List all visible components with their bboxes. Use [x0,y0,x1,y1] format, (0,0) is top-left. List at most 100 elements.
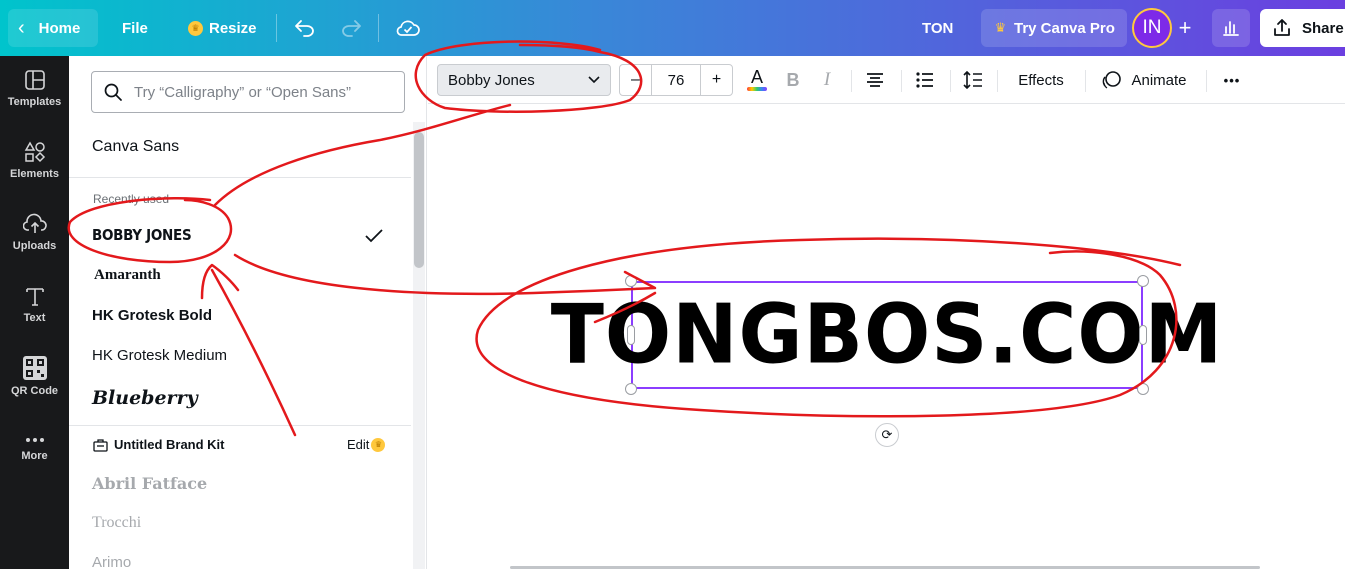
font-item-trocchi[interactable]: Trocchi [92,514,141,532]
recently-used-label: Recently used [93,192,170,206]
redo-icon[interactable] [332,9,370,47]
resize-handle-bottom-left[interactable] [625,383,637,395]
insights-icon[interactable] [1212,9,1250,47]
rail-item-text[interactable]: Text [0,272,69,336]
text-color-button[interactable]: A [744,64,770,96]
bold-button[interactable]: B [780,64,806,96]
more-icon [25,437,44,442]
text-color-icon: A [750,67,763,87]
divider [851,70,852,92]
resize-handle-top-left[interactable] [625,275,637,287]
divider [378,14,379,42]
font-size-input[interactable]: 76 [651,65,701,95]
left-rail: Templates Elements Uploads Text QR Code … [0,56,69,569]
font-size-stepper: – 76 + [619,64,733,96]
chevron-down-icon [588,76,600,84]
resize-handle-bottom-right[interactable] [1137,383,1149,395]
brand-kit-edit-button[interactable]: Edit ♛ [347,437,386,452]
rail-item-uploads[interactable]: Uploads [0,200,69,264]
font-search[interactable] [91,71,405,113]
animate-icon [1103,71,1122,89]
text-toolbar: Bobby Jones – 76 + A B I Effects Animate… [428,56,1345,104]
undo-icon[interactable] [286,9,324,47]
brand-kit-header: Untitled Brand Kit [93,437,225,452]
font-item-arimo[interactable]: Arimo [92,554,131,569]
divider [69,177,411,178]
font-item-canva-sans[interactable]: Canva Sans [92,138,179,156]
animate-label: Animate [1131,71,1187,89]
divider [950,70,951,92]
try-canva-pro-button[interactable]: ♛ Try Canva Pro [981,9,1127,47]
divider [69,425,411,426]
font-panel: Canva Sans Recently used BOBBY JONES Ama… [69,56,427,569]
rail-item-qr-code[interactable]: QR Code [0,344,69,408]
scrollbar-thumb[interactable] [414,132,424,268]
selected-text-box[interactable]: TONGBOS.COM [551,280,1223,389]
font-item-amaranth[interactable]: Amaranth [94,267,161,284]
edit-label: Edit [347,437,370,452]
qr-code-icon [22,355,47,380]
increase-font-size-button[interactable]: + [701,65,732,95]
search-icon [104,83,122,101]
font-item-bobby-jones[interactable]: BOBBY JONES [92,226,192,244]
rotate-icon[interactable]: ⟳ [875,423,899,447]
share-icon [1274,19,1290,36]
design-title[interactable]: TON [912,9,963,47]
effects-button[interactable]: Effects [1008,64,1074,96]
canvas-text[interactable]: TONGBOS.COM [551,280,1223,389]
rail-label: Uploads [12,239,57,252]
font-item-hk-grotesk-bold[interactable]: HK Grotesk Bold [92,307,212,324]
cloud-saved-icon[interactable] [389,9,427,47]
rail-label: More [21,449,48,462]
top-bar: ‹ Home File ♛ Resize TON ♛ Try Canva Pro… [0,0,1345,56]
font-list-scrollbar[interactable] [413,122,425,569]
font-item-hk-grotesk-medium[interactable]: HK Grotesk Medium [92,347,227,364]
more-options-icon[interactable]: ••• [1216,64,1248,96]
resize-handle-top-right[interactable] [1137,275,1149,287]
animate-button[interactable]: Animate [1098,64,1190,96]
rail-label: Elements [10,167,59,180]
canvas-area: Bobby Jones – 76 + A B I Effects Animate… [428,56,1345,569]
decrease-font-size-button[interactable]: – [620,65,651,95]
add-member-icon[interactable]: + [1172,9,1198,47]
align-center-icon[interactable] [861,64,889,96]
resize-handle-right[interactable] [1139,325,1147,345]
rail-item-more[interactable]: More [0,416,69,480]
templates-icon [24,69,45,90]
divider [901,70,902,92]
home-button[interactable]: ‹ Home [8,9,98,47]
crown-icon: ♛ [371,437,386,452]
file-menu-button[interactable]: File [112,9,158,47]
divider [997,70,998,92]
crown-icon: ♛ [188,20,203,36]
list-icon[interactable] [911,64,939,96]
divider [276,14,277,42]
font-family-value: Bobby Jones [448,71,535,89]
uploads-icon [22,213,47,233]
spacing-icon[interactable] [959,64,987,96]
check-icon [365,229,383,243]
rail-label: Text [23,311,46,324]
brand-kit-label: Untitled Brand Kit [114,437,225,452]
font-family-dropdown[interactable]: Bobby Jones [437,64,611,96]
brand-kit-icon [93,438,108,452]
avatar[interactable]: IN [1132,8,1172,48]
divider [1206,70,1207,92]
font-item-blueberry[interactable]: Blueberry [92,387,198,409]
rail-label: QR Code [10,384,59,397]
share-button[interactable]: Share [1260,9,1345,47]
divider [1085,70,1086,92]
resize-handle-left[interactable] [627,325,635,345]
italic-button[interactable]: I [814,64,840,96]
resize-button[interactable]: ♛ Resize [178,9,267,47]
rail-label: Templates [7,95,62,108]
home-label: Home [38,19,81,37]
font-search-input[interactable] [134,83,394,101]
text-icon [25,287,44,306]
rail-item-elements[interactable]: Elements [0,128,69,192]
chevron-left-icon: ‹ [18,16,25,39]
rail-item-templates[interactable]: Templates [0,56,69,120]
elements-icon [24,140,45,162]
resize-label: Resize [209,19,257,37]
font-item-abril-fatface[interactable]: Abril Fatface [92,474,207,493]
